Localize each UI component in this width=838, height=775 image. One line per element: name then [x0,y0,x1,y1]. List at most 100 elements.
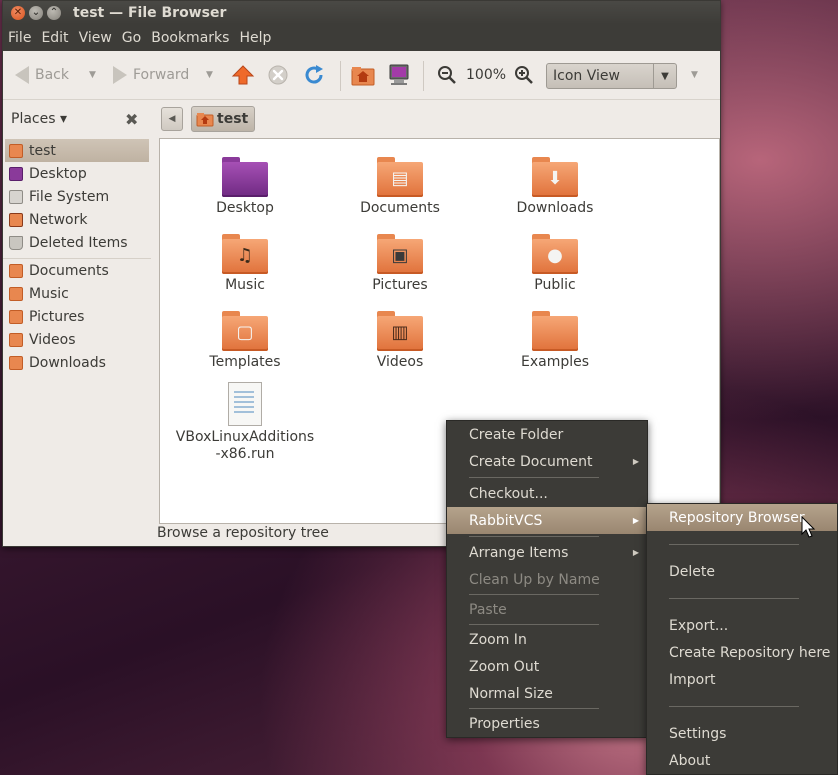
menu-item-create-folder[interactable]: Create Folder [447,421,647,448]
sidebar-item-test[interactable]: test [5,139,149,162]
sidebar-item-downloads[interactable]: Downloads [3,351,151,374]
menu-item-delete[interactable]: Delete [647,558,837,585]
menu-item-arrange-items[interactable]: Arrange Items ▶ [447,539,647,566]
menu-view[interactable]: View [74,30,117,46]
file-item-label: Desktop [216,200,274,216]
menu-go[interactable]: Go [117,30,146,46]
file-item-documents[interactable]: ▤ Documents [325,157,475,217]
file-item-label: Videos [376,354,424,370]
file-item-label: VBoxLinuxAdditions-x86.run [175,429,315,462]
rabbitvcs-submenu: Repository Browser Delete Export... Crea… [646,503,838,775]
context-menu: Create Folder Create Document ▶ Checkout.… [446,420,648,738]
menu-item-properties[interactable]: Properties [447,710,647,737]
menu-bookmarks[interactable]: Bookmarks [146,30,234,46]
file-item-templates[interactable]: ▢ Templates [170,311,320,371]
script-file-icon [228,382,262,426]
file-item-examples[interactable]: Examples [480,311,630,371]
back-history-dropdown[interactable]: ▼ [89,70,96,80]
forward-label: Forward [133,67,190,83]
reload-button[interactable] [303,64,327,86]
sidebar-item-deleted-items[interactable]: Deleted Items [3,231,151,254]
menu-item-about[interactable]: About [647,747,837,774]
zoom-out-icon [438,66,456,84]
stop-icon [268,65,288,85]
breadcrumb[interactable]: test [191,106,256,132]
menu-item-checkout[interactable]: Checkout... [447,480,647,507]
toolbar: Back ▼ Forward ▼ 100% Icon View ▼ ▼ [3,51,720,100]
menu-item-label: Clean Up by Name [469,571,600,588]
submenu-arrow-icon: ▶ [632,548,639,557]
home-folder-icon [196,113,214,127]
sidebar-item-file-system[interactable]: File System [3,185,151,208]
minimize-window-button[interactable]: ⌄ [29,5,43,20]
file-item-public[interactable]: ● Public [480,234,630,294]
sidebar-item-label: File System [29,188,110,205]
file-item-desktop[interactable]: Desktop [170,157,320,217]
file-item-vboxlinuxadditions[interactable]: VBoxLinuxAdditions-x86.run [170,382,320,463]
menu-help[interactable]: Help [234,30,276,46]
menu-item-zoom-out[interactable]: Zoom Out [447,653,647,680]
menu-item-settings[interactable]: Settings [647,720,837,747]
menu-item-normal-size[interactable]: Normal Size [447,680,647,707]
maximize-window-button[interactable]: ⌃ [47,5,61,20]
file-item-pictures[interactable]: ▣ Pictures [325,234,475,294]
menu-file[interactable]: File [3,30,36,46]
menu-separator [469,708,599,709]
up-button[interactable] [231,63,255,87]
menu-item-create-repository-here[interactable]: Create Repository here [647,639,837,666]
menu-item-export[interactable]: Export... [647,612,837,639]
folder-icon [532,311,578,351]
sidebar-item-music[interactable]: Music [3,282,151,305]
folder-icon [9,263,23,278]
sidebar-item-documents[interactable]: Documents [3,258,151,282]
menu-item-clean-up-by-name[interactable]: Clean Up by Name [447,566,647,593]
network-icon [9,212,23,227]
menu-item-zoom-in[interactable]: Zoom In [447,626,647,653]
file-item-label: Documents [360,200,440,216]
file-item-label: Templates [209,354,281,370]
file-item-downloads[interactable]: ⬇ Downloads [480,157,630,217]
places-dropdown[interactable]: Places ▾ [11,111,67,127]
sidebar-item-desktop[interactable]: Desktop [3,162,151,185]
menu-bar: File Edit View Go Bookmarks Help [3,24,720,51]
forward-button[interactable]: Forward [113,66,189,84]
forward-history-dropdown[interactable]: ▼ [206,70,213,80]
menu-separator [469,594,599,595]
back-button[interactable]: Back [15,66,69,84]
computer-button[interactable] [387,63,411,87]
file-item-label: Public [534,277,576,293]
zoom-level[interactable]: 100% [466,67,506,83]
sidebar-item-videos[interactable]: Videos [3,328,151,351]
sidebar-close-icon[interactable]: ✖ [125,110,138,129]
menu-item-rabbitvcs[interactable]: RabbitVCS ▶ [447,507,647,534]
menu-edit[interactable]: Edit [36,30,73,46]
menu-separator [469,477,599,478]
desktop-folder-icon [222,157,268,197]
back-label: Back [35,67,69,83]
menu-item-label: Delete [669,563,715,580]
downloads-folder-icon [9,355,23,370]
sidebar-item-label: Deleted Items [29,234,128,251]
toolbar-overflow-dropdown[interactable]: ▼ [691,70,698,80]
sidebar-item-label: Pictures [29,308,85,325]
title-bar[interactable]: ✕ ⌄ ⌃ test — File Browser [3,1,720,24]
menu-item-create-document[interactable]: Create Document ▶ [447,448,647,475]
menu-item-paste[interactable]: Paste [447,596,647,623]
file-item-music[interactable]: ♫ Music [170,234,320,294]
file-item-videos[interactable]: ▥ Videos [325,311,475,371]
downloads-folder-icon: ⬇ [532,157,578,197]
stop-button[interactable] [267,64,289,86]
pictures-folder-icon [9,309,23,324]
sidebar-item-pictures[interactable]: Pictures [3,305,151,328]
menu-separator [469,536,599,537]
home-button[interactable] [350,64,376,86]
view-mode-select[interactable]: Icon View ▼ [546,63,677,89]
path-scroll-left-button[interactable]: ◀ [161,107,183,131]
close-window-button[interactable]: ✕ [11,5,25,20]
menu-item-import[interactable]: Import [647,666,837,693]
pictures-folder-icon: ▣ [377,234,423,274]
zoom-out-button[interactable] [437,65,457,85]
menu-item-label: About [669,752,711,769]
sidebar-item-network[interactable]: Network [3,208,151,231]
zoom-in-button[interactable] [514,65,534,85]
